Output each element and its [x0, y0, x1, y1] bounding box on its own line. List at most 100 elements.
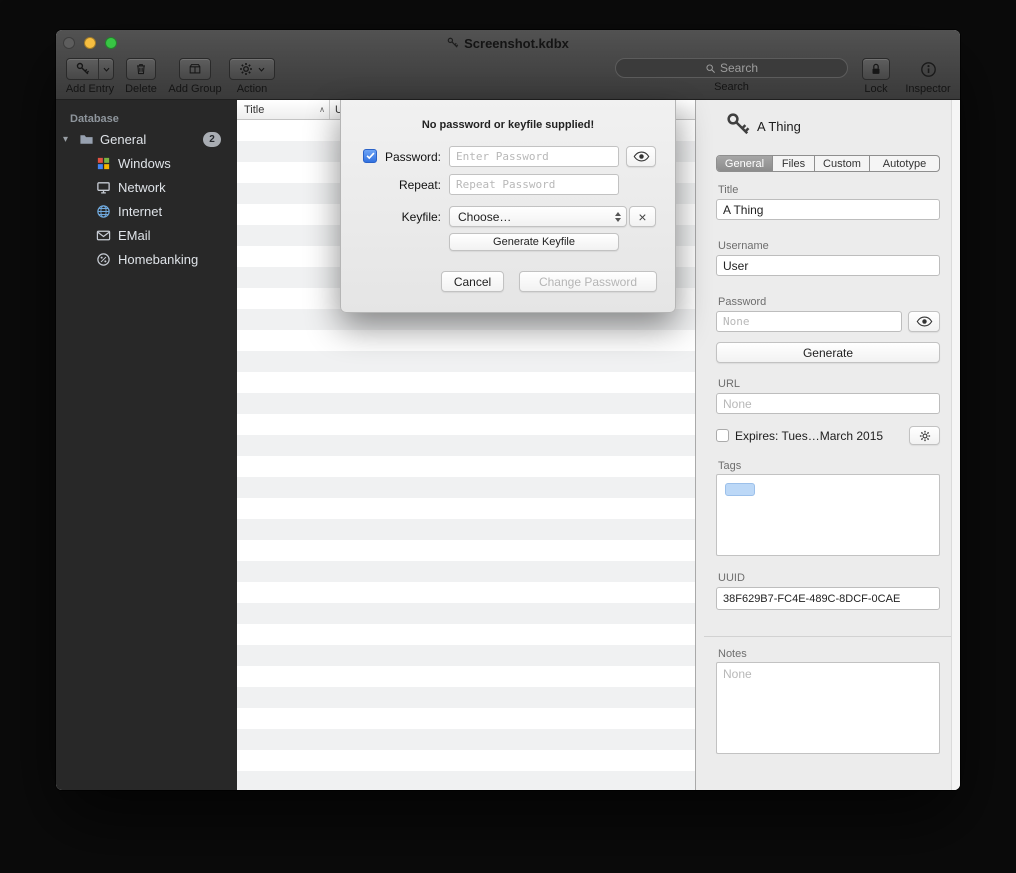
- inspector-panel: A Thing General Files Custom Autotype Ti…: [695, 100, 960, 790]
- inspector-scrollbar[interactable]: [951, 100, 960, 790]
- change-password-label: Change Password: [539, 275, 637, 289]
- delete-toolbar-item: Delete: [124, 58, 158, 95]
- delete-label: Delete: [125, 83, 157, 95]
- entry-key-icon: [726, 112, 751, 137]
- gear-icon: [239, 62, 253, 76]
- title-field-label: Title: [718, 184, 738, 196]
- keyfile-label: Keyfile:: [341, 210, 441, 224]
- password-field[interactable]: [716, 311, 902, 332]
- add-group-button[interactable]: [179, 58, 211, 80]
- expires-checkbox[interactable]: [716, 429, 729, 442]
- sidebar-item-label: Network: [118, 180, 166, 195]
- inspector-tabs: General Files Custom Autotype: [716, 155, 940, 172]
- lock-icon: [869, 62, 883, 76]
- sidebar-group-label: General: [100, 132, 146, 147]
- chevron-down-icon[interactable]: [99, 59, 113, 79]
- inspector-divider: [704, 636, 952, 637]
- generate-password-button[interactable]: Generate: [716, 342, 940, 363]
- lock-button[interactable]: [862, 58, 890, 80]
- url-field[interactable]: [716, 393, 940, 414]
- lock-toolbar-item: Lock: [860, 58, 892, 95]
- enter-password-input[interactable]: [449, 146, 619, 167]
- username-field[interactable]: [716, 255, 940, 276]
- password-field-label: Password: [718, 296, 766, 308]
- globe-icon: [96, 204, 111, 219]
- sidebar: Database ▾ General 2 Windows Network Int…: [56, 100, 237, 790]
- inspector-entry-title: A Thing: [757, 119, 801, 134]
- sidebar-item-homebanking[interactable]: Homebanking: [56, 247, 237, 271]
- disclosure-triangle-icon[interactable]: ▾: [63, 134, 77, 145]
- sidebar-item-label: Homebanking: [118, 252, 198, 267]
- tab-custom[interactable]: Custom: [814, 156, 869, 171]
- change-password-sheet: No password or keyfile supplied! Passwor…: [340, 100, 676, 313]
- column-header-title[interactable]: Title ∧: [237, 100, 330, 119]
- notes-field[interactable]: [716, 662, 940, 754]
- eye-icon: [633, 151, 650, 162]
- generate-keyfile-label: Generate Keyfile: [493, 236, 575, 248]
- lock-label: Lock: [864, 83, 887, 95]
- inspector-toolbar-item: Inspector: [903, 58, 953, 95]
- percent-coin-icon: [96, 252, 111, 267]
- tab-files[interactable]: Files: [772, 156, 814, 171]
- sidebar-item-network[interactable]: Network: [56, 175, 237, 199]
- username-field-label: Username: [718, 240, 769, 252]
- reveal-password-button[interactable]: [626, 146, 656, 167]
- sidebar-item-label: Internet: [118, 204, 162, 219]
- toolbar: Add Entry Delete Add Group Action: [56, 56, 960, 100]
- entry-count-badge: 2: [203, 132, 221, 147]
- monitor-icon: [96, 180, 111, 195]
- titlebar[interactable]: Screenshot.kdbx: [56, 30, 960, 56]
- sidebar-item-internet[interactable]: Internet: [56, 199, 237, 223]
- search-icon: [705, 63, 716, 74]
- tags-field[interactable]: [716, 474, 940, 556]
- search-placeholder: Search: [720, 61, 758, 75]
- windows-grid-icon: [96, 156, 111, 171]
- tag-chip[interactable]: [725, 483, 755, 496]
- title-field[interactable]: [716, 199, 940, 220]
- delete-button[interactable]: [126, 58, 156, 80]
- generate-keyfile-button[interactable]: Generate Keyfile: [449, 233, 619, 251]
- trash-icon: [134, 62, 148, 76]
- uuid-field[interactable]: [716, 587, 940, 610]
- action-button[interactable]: [229, 58, 275, 80]
- box-icon: [188, 62, 202, 76]
- column-title-text: Title: [244, 104, 264, 116]
- inspector-label: Inspector: [905, 83, 950, 95]
- clear-keyfile-button[interactable]: ×: [629, 206, 656, 227]
- change-password-button[interactable]: Change Password: [519, 271, 657, 292]
- inspector-button[interactable]: [914, 58, 942, 80]
- key-plus-icon: [67, 59, 99, 79]
- sidebar-group-general[interactable]: ▾ General 2: [56, 127, 237, 151]
- expires-options-button[interactable]: [909, 426, 940, 445]
- info-circle-icon: [920, 61, 937, 78]
- eye-icon: [916, 316, 933, 327]
- add-entry-label: Add Entry: [66, 83, 114, 95]
- keyfile-popup-button[interactable]: Choose…: [449, 206, 627, 227]
- add-group-label: Add Group: [168, 83, 221, 95]
- popup-stepper-icon: [615, 212, 621, 222]
- add-entry-toolbar-item: Add Entry: [66, 58, 114, 95]
- gear-icon: [919, 430, 931, 442]
- action-toolbar-item: Action: [228, 58, 276, 95]
- search-input[interactable]: Search: [615, 58, 848, 78]
- x-icon: ×: [638, 209, 646, 225]
- notes-field-label: Notes: [718, 648, 747, 660]
- reveal-password-button[interactable]: [908, 311, 940, 332]
- document-proxy-icon: [447, 37, 459, 49]
- tab-autotype[interactable]: Autotype: [869, 156, 939, 171]
- sidebar-item-label: Windows: [118, 156, 171, 171]
- add-entry-button[interactable]: [66, 58, 114, 80]
- envelope-icon: [96, 228, 111, 243]
- tab-general[interactable]: General: [717, 156, 772, 171]
- repeat-password-input[interactable]: [449, 174, 619, 195]
- sidebar-item-email[interactable]: EMail: [56, 223, 237, 247]
- search-toolbar-item: Search Search: [615, 58, 848, 93]
- sidebar-item-windows[interactable]: Windows: [56, 151, 237, 175]
- sidebar-item-label: EMail: [118, 228, 151, 243]
- window-title-text: Screenshot.kdbx: [464, 36, 569, 51]
- uuid-field-label: UUID: [718, 572, 745, 584]
- cancel-button[interactable]: Cancel: [441, 271, 504, 292]
- keyfile-popup-value: Choose…: [458, 210, 511, 224]
- search-label: Search: [714, 81, 749, 93]
- action-label: Action: [237, 83, 268, 95]
